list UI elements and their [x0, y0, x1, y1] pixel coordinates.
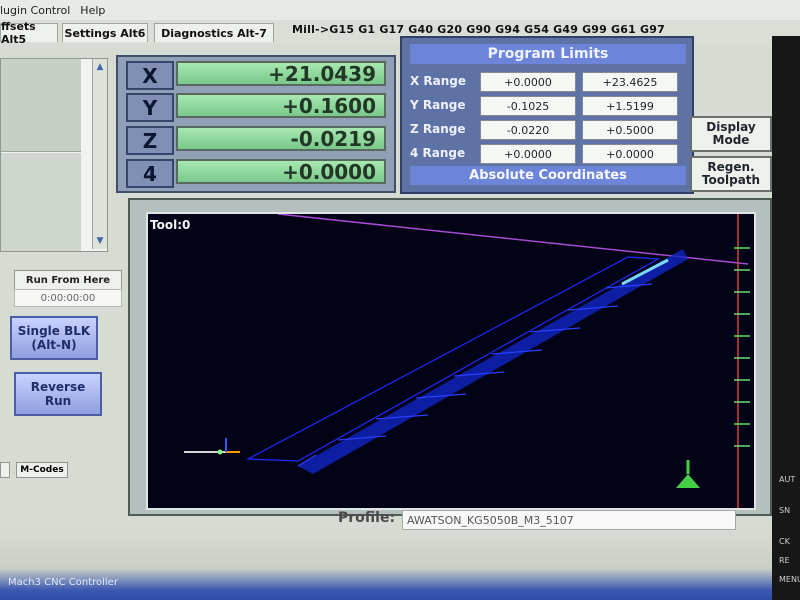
profile-value: AWATSON_KG5050B_M3_5107: [402, 510, 736, 530]
menu-item-plugin-control[interactable]: lugin Control: [0, 4, 70, 17]
menu-bar: lugin Control Help: [0, 0, 800, 21]
x-range-min: +0.0000: [480, 72, 576, 92]
y-range-label: Y Range: [410, 98, 466, 112]
left-list-cell-top: [1, 59, 81, 152]
y-axis-value[interactable]: +0.1600: [176, 93, 386, 118]
right-strip-label-ck: CK: [779, 537, 790, 546]
z-range-min: -0.0220: [480, 120, 576, 140]
left-list-cell-bottom: [1, 153, 81, 251]
tab-diagnostics[interactable]: Diagnostics Alt-7: [154, 23, 274, 42]
display-mode-button[interactable]: Display Mode: [690, 116, 772, 152]
axis-ticks: [734, 247, 750, 447]
x-range-label: X Range: [410, 74, 467, 88]
left-list-panel: ▲ ▼: [0, 58, 108, 252]
axis-4-value[interactable]: +0.0000: [176, 159, 386, 184]
dro-panel: X +21.0439 Y +0.1600 Z -0.0219 4 +0.0000: [116, 55, 396, 193]
program-limits-title: Program Limits: [410, 44, 686, 64]
right-side-strip: [772, 36, 800, 600]
right-strip-label-sn: SN: [779, 506, 791, 515]
regen-toolpath-button[interactable]: Regen. Toolpath: [690, 156, 772, 192]
menu-item-help[interactable]: Help: [80, 4, 105, 17]
y-axis-label[interactable]: Y: [126, 93, 174, 122]
axis-4-label[interactable]: 4: [126, 159, 174, 188]
profile-label: Profile:: [338, 510, 396, 526]
axis-4-range-label: 4 Range: [410, 146, 466, 160]
right-strip-label-menu: MENU: [779, 575, 800, 584]
left-small-button[interactable]: [0, 462, 10, 478]
toolpath-body: [298, 249, 688, 474]
toolpath-outline: [245, 256, 661, 462]
status-area: [0, 530, 800, 600]
z-range-label: Z Range: [410, 122, 466, 136]
x-axis-value[interactable]: +21.0439: [176, 61, 386, 86]
x-range-max: +23.4625: [582, 72, 678, 92]
origin-indicator: [184, 438, 240, 455]
toolpath-graphic: [184, 213, 750, 508]
absolute-coordinates-indicator[interactable]: Absolute Coordinates: [410, 166, 686, 185]
z-range-max: +0.5000: [582, 120, 678, 140]
tool-number-label: Tool:0: [150, 218, 191, 232]
z-axis-value[interactable]: -0.0219: [176, 126, 386, 151]
active-gcodes-display: Mill->G15 G1 G17 G40 G20 G90 G94 G54 G49…: [292, 23, 665, 36]
run-from-here-button[interactable]: Run From Here: [14, 270, 122, 290]
down-arrow-icon: [676, 474, 700, 488]
z-axis-label[interactable]: Z: [126, 126, 174, 155]
reverse-run-button[interactable]: Reverse Run: [14, 372, 102, 416]
axis-4-range-min: +0.0000: [480, 144, 576, 164]
left-scrollbar[interactable]: ▲ ▼: [92, 59, 107, 249]
scroll-up-icon[interactable]: ▲: [95, 61, 105, 73]
tab-offsets[interactable]: ffsets Alt5: [0, 20, 58, 46]
tab-settings[interactable]: Settings Alt6: [62, 23, 148, 42]
axis-4-range-max: +0.0000: [582, 144, 678, 164]
single-block-button[interactable]: Single BLK (Alt-N): [10, 316, 98, 360]
x-axis-label[interactable]: X: [126, 61, 174, 90]
right-strip-label-re: RE: [779, 556, 790, 565]
run-timer: 0:00:00:00: [14, 289, 122, 307]
toolpath-view[interactable]: [146, 212, 756, 510]
program-limits-panel: Program Limits X Range +0.0000 +23.4625 …: [400, 36, 694, 194]
y-range-min: -0.1025: [480, 96, 576, 116]
y-range-max: +1.5199: [582, 96, 678, 116]
scroll-down-icon[interactable]: ▼: [95, 235, 105, 247]
right-strip-label-aut: AUT: [779, 475, 796, 484]
m-codes-button[interactable]: M-Codes: [16, 462, 68, 478]
taskbar-app-title: Mach3 CNC Controller: [8, 577, 118, 588]
